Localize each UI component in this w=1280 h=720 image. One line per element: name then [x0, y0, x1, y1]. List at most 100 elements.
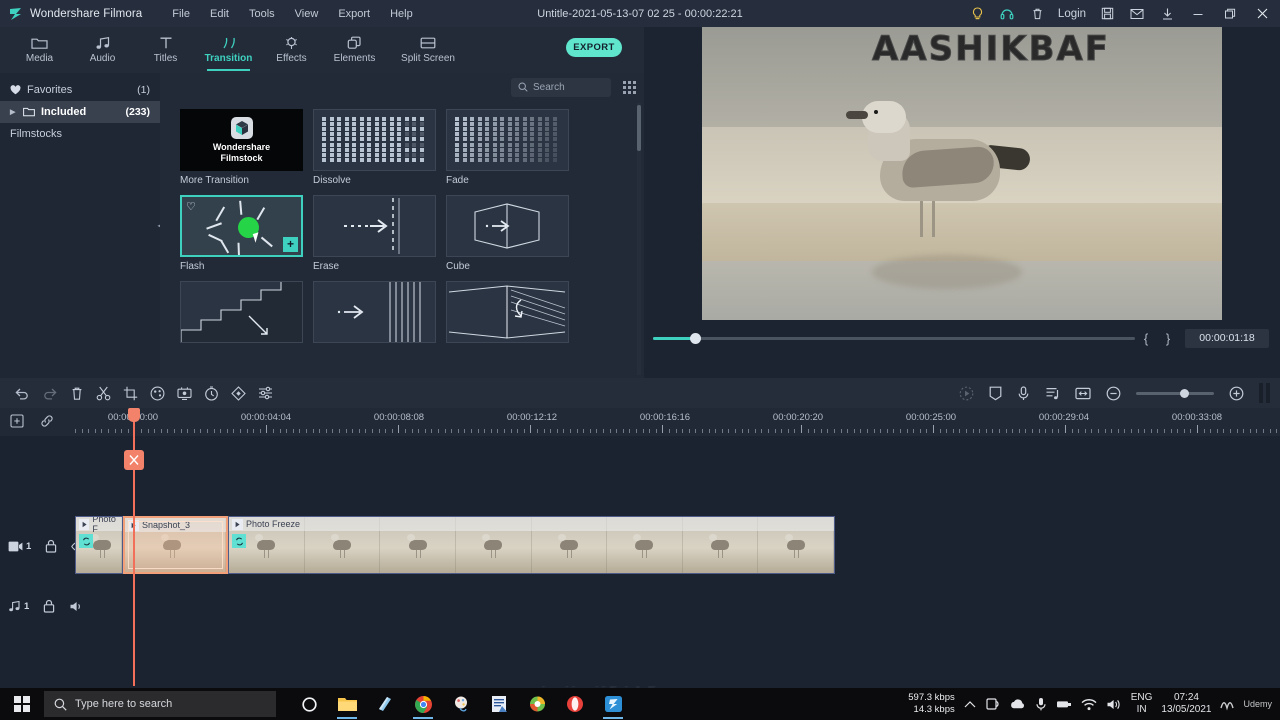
mail-icon[interactable] — [1122, 0, 1152, 27]
lock-icon[interactable] — [45, 539, 57, 553]
add-media-icon[interactable] — [10, 414, 24, 428]
sidebar-item-favorites[interactable]: Favorites (1) — [0, 79, 160, 101]
mic-icon[interactable] — [1035, 697, 1047, 711]
transition-tile[interactable] — [180, 281, 303, 347]
maximize-button[interactable] — [1214, 0, 1246, 27]
keyframe-icon[interactable] — [231, 385, 246, 401]
language-indicator[interactable]: ENG IN — [1131, 692, 1153, 716]
marker-icon[interactable] — [989, 386, 1002, 401]
transition-tile[interactable]: Wondershare Filmstock More Transition — [180, 109, 303, 186]
delete-icon[interactable] — [70, 386, 84, 401]
grid-view-icon[interactable] — [623, 80, 636, 94]
tab-transition[interactable]: Transition — [197, 27, 260, 73]
erase-thumb[interactable] — [313, 195, 436, 257]
timeline-clip[interactable]: Photo F — [75, 516, 123, 574]
cube-thumb[interactable] — [446, 195, 569, 257]
crop-icon[interactable] — [123, 386, 138, 401]
menu-file[interactable]: File — [172, 8, 190, 20]
tab-split-screen[interactable]: Split Screen — [386, 27, 470, 73]
search-input[interactable]: Search — [511, 77, 611, 97]
pause-icon[interactable] — [1259, 383, 1270, 403]
login-button[interactable]: Login — [1052, 0, 1092, 27]
timeline-ruler[interactable]: 00:00:00:0000:00:04:0400:00:08:0800:00:1… — [0, 408, 1280, 436]
menu-edit[interactable]: Edit — [210, 8, 229, 20]
paint-icon[interactable] — [444, 688, 478, 720]
transition-tile[interactable] — [446, 281, 569, 347]
tab-elements[interactable]: Elements — [323, 27, 386, 73]
favorite-heart-icon[interactable]: ♡ — [186, 200, 196, 213]
preview-timecode[interactable]: 00:00:01:18 — [1185, 328, 1269, 348]
usb-icon[interactable] — [1056, 698, 1072, 710]
show-hidden-icons-chevron[interactable] — [964, 700, 976, 709]
transition-tile-flash[interactable]: ♡ + Flash — [180, 195, 303, 272]
transition-tile[interactable]: Erase — [313, 195, 436, 272]
opera-icon[interactable] — [558, 688, 592, 720]
tab-media[interactable]: Media — [8, 27, 71, 73]
volume-icon[interactable] — [1106, 698, 1122, 711]
taskbar-search-input[interactable]: Type here to search — [44, 691, 276, 717]
color-icon[interactable] — [150, 386, 165, 401]
video-track-lane[interactable]: Photo F Snapshot_3 Photo Freeze — [75, 512, 1280, 580]
clip-play-icon[interactable] — [232, 518, 243, 530]
tab-audio[interactable]: Audio — [71, 27, 134, 73]
menu-view[interactable]: View — [295, 8, 319, 20]
blinds-thumb[interactable] — [313, 281, 436, 343]
timeline-clip[interactable]: Photo Freeze — [228, 516, 835, 574]
tab-effects[interactable]: Effects — [260, 27, 323, 73]
audio-track-lane[interactable] — [75, 586, 1280, 626]
transition-tile[interactable] — [313, 281, 436, 347]
transition-tile[interactable]: Fade — [446, 109, 569, 186]
video-preview[interactable]: AASHIKBAF — [702, 27, 1222, 320]
voiceover-mic-icon[interactable] — [1017, 385, 1030, 401]
speed-icon[interactable] — [204, 385, 219, 401]
seek-bar[interactable] — [653, 332, 1135, 344]
tab-titles[interactable]: Titles — [134, 27, 197, 73]
wifi-icon[interactable] — [1081, 698, 1097, 711]
media-player-icon[interactable] — [520, 688, 554, 720]
chrome-icon[interactable] — [406, 688, 440, 720]
fit-timeline-icon[interactable] — [1075, 387, 1091, 400]
timeline-zoom-slider[interactable] — [1136, 388, 1214, 398]
clock[interactable]: 07:24 13/05/2021 — [1161, 692, 1211, 716]
sidebar-item-filmstocks[interactable]: Filmstocks — [0, 123, 160, 145]
render-preview-icon[interactable] — [959, 386, 974, 401]
seek-handle[interactable] — [690, 332, 701, 344]
browser-scrollbar[interactable] — [637, 103, 641, 375]
clip-transition-badge[interactable] — [232, 534, 246, 548]
green-screen-icon[interactable] — [177, 386, 192, 401]
undo-icon[interactable] — [14, 386, 30, 400]
menu-help[interactable]: Help — [390, 8, 413, 20]
redo-icon[interactable] — [42, 386, 58, 400]
mark-in-button[interactable]: { — [1135, 331, 1157, 346]
transition-tile[interactable]: Dissolve — [313, 109, 436, 186]
windows-start-icon[interactable] — [0, 688, 44, 720]
stairs-thumb[interactable] — [180, 281, 303, 343]
zoom-in-icon[interactable] — [1229, 386, 1244, 401]
onedrive-sync-icon[interactable] — [985, 697, 1000, 711]
menu-tools[interactable]: Tools — [249, 8, 275, 20]
close-button[interactable] — [1246, 0, 1278, 27]
file-explorer-icon[interactable] — [330, 688, 364, 720]
audio-detach-icon[interactable] — [1045, 386, 1060, 401]
lightbulb-icon[interactable] — [962, 0, 992, 27]
word-icon[interactable] — [482, 688, 516, 720]
export-button[interactable]: EXPORT — [566, 38, 622, 57]
minimize-button[interactable] — [1182, 0, 1214, 27]
clip-play-icon[interactable] — [79, 518, 90, 530]
clip-transition-badge[interactable] — [79, 534, 93, 548]
dissolve-thumb[interactable] — [313, 109, 436, 171]
playhead[interactable] — [124, 408, 144, 686]
playhead-split-marker[interactable] — [124, 450, 144, 470]
zoom-out-icon[interactable] — [1106, 386, 1121, 401]
chevron-right-icon[interactable]: ▶ — [10, 108, 17, 116]
timeline-clip[interactable]: Snapshot_3 — [123, 516, 228, 574]
split-scissors-icon[interactable] — [96, 386, 111, 401]
trash-icon[interactable] — [1022, 0, 1052, 27]
lock-icon[interactable] — [43, 599, 55, 613]
menu-export[interactable]: Export — [338, 8, 370, 20]
link-icon[interactable] — [40, 414, 54, 428]
filmora-icon[interactable] — [596, 688, 630, 720]
playhead-handle[interactable] — [128, 408, 140, 422]
store-icon[interactable] — [368, 688, 402, 720]
transition-tile[interactable]: Cube — [446, 195, 569, 272]
